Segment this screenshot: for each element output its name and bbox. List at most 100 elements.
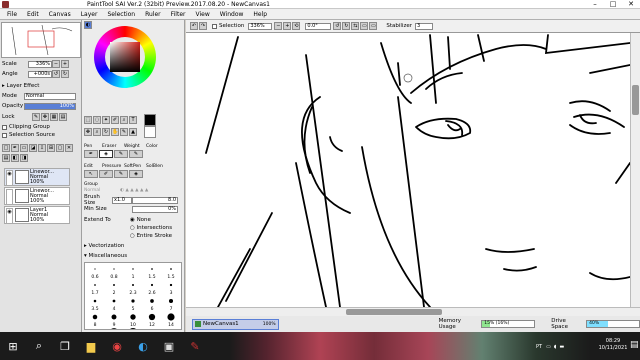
clear-icon[interactable]: ▢ bbox=[56, 144, 64, 152]
merge-icon[interactable]: ⊞ bbox=[47, 144, 55, 152]
tool-edit-label[interactable]: Edit bbox=[84, 164, 102, 169]
tool-eraser-label[interactable]: Eraser bbox=[102, 144, 124, 149]
magnifier-icon[interactable]: ⌕ bbox=[120, 116, 128, 124]
search-icon[interactable]: ⌕ bbox=[26, 332, 52, 360]
extend-option-none[interactable]: None bbox=[137, 217, 151, 223]
scale-field[interactable]: 336% bbox=[28, 60, 52, 68]
angle-field[interactable]: +000s bbox=[28, 70, 52, 78]
layer-effect-label[interactable]: Layer Effect bbox=[7, 83, 40, 89]
notification-icon[interactable]: ▤ bbox=[630, 340, 639, 350]
zoom-tool-icon[interactable]: ⌕ bbox=[93, 128, 101, 136]
brush-size-dot[interactable] bbox=[111, 314, 117, 320]
brush-size-dot[interactable] bbox=[128, 328, 138, 338]
task-view-icon[interactable]: ❐ bbox=[52, 332, 78, 360]
rotate-right-icon[interactable]: ↻ bbox=[61, 70, 69, 78]
brush-size-dot[interactable] bbox=[112, 299, 116, 303]
pressure-tool-icon[interactable]: ✐ bbox=[99, 170, 113, 178]
lock-paint-icon[interactable]: ▦ bbox=[50, 113, 58, 121]
eraser-tool-icon[interactable]: ◈ bbox=[99, 150, 113, 158]
store-icon[interactable]: ▣ bbox=[156, 332, 182, 360]
layer-tool-1-icon[interactable]: ▤ bbox=[2, 154, 10, 162]
close-button[interactable]: ✕ bbox=[622, 0, 640, 9]
menu-selection[interactable]: Selection bbox=[102, 11, 140, 18]
visibility-eye-icon[interactable]: ◉ bbox=[6, 208, 13, 224]
min-size-slider[interactable]: 0% bbox=[132, 205, 178, 213]
layer-tool-3-icon[interactable]: ◨ bbox=[20, 154, 28, 162]
tool-solblen-label[interactable]: SolBlen bbox=[146, 164, 168, 169]
visibility-eye-icon[interactable]: ◉ bbox=[6, 170, 13, 186]
selection-source-checkbox[interactable] bbox=[2, 132, 7, 138]
drawing-canvas[interactable] bbox=[186, 33, 630, 307]
edit-tool-icon[interactable]: ↖ bbox=[84, 170, 98, 178]
secondary-color-swatch[interactable] bbox=[144, 126, 156, 138]
brush-size-dot[interactable] bbox=[168, 298, 174, 304]
menu-canvas[interactable]: Canvas bbox=[44, 11, 76, 18]
pen-tool-icon[interactable]: ✒ bbox=[84, 150, 98, 158]
edge-icon[interactable]: ◐ bbox=[130, 332, 156, 360]
angle-field[interactable]: 0.0° bbox=[305, 22, 332, 30]
menu-filter[interactable]: Filter bbox=[166, 11, 191, 18]
chrome-icon[interactable]: ◉ bbox=[104, 332, 130, 360]
tool-weight-label[interactable]: Weight bbox=[124, 144, 146, 149]
file-explorer-icon[interactable]: ▆ bbox=[78, 332, 104, 360]
brush-size-dot[interactable] bbox=[94, 284, 96, 286]
saturation-value-square[interactable] bbox=[110, 42, 140, 72]
rotate-left-icon[interactable]: ↺ bbox=[333, 22, 342, 30]
brush-size-dot[interactable] bbox=[109, 328, 119, 338]
brush-size-slider[interactable]: 8.0 bbox=[132, 196, 178, 204]
brush-size-dot[interactable] bbox=[131, 299, 135, 303]
clipping-group-checkbox[interactable] bbox=[2, 124, 7, 130]
softpen-tool-icon[interactable]: ✎ bbox=[114, 170, 128, 178]
zoom-in-icon[interactable]: + bbox=[283, 22, 292, 30]
paint-tool-sai-icon[interactable]: ✎ bbox=[182, 332, 208, 360]
menu-file[interactable]: File bbox=[2, 11, 22, 18]
extend-option-intersections[interactable]: Intersections bbox=[137, 225, 173, 231]
zoom-field[interactable]: 336% bbox=[248, 22, 273, 30]
color-wheel-tab-icon[interactable]: ◐ bbox=[84, 21, 92, 29]
magic-wand-icon[interactable]: ✦ bbox=[102, 116, 110, 124]
brush-size-dot[interactable] bbox=[150, 283, 154, 287]
weight-tool-icon[interactable]: ✎ bbox=[114, 150, 128, 158]
layer-item[interactable]: ◉ Linewor... Normal 100% bbox=[4, 168, 70, 186]
bucket-tool-icon[interactable]: ▲ bbox=[129, 128, 137, 136]
new-layer-icon[interactable]: □ bbox=[2, 144, 10, 152]
brush-size-dot[interactable] bbox=[132, 268, 134, 270]
brush-size-dot[interactable] bbox=[148, 313, 156, 321]
brush-size-dot[interactable] bbox=[93, 299, 97, 303]
transfer-icon[interactable]: ⇩ bbox=[38, 144, 46, 152]
minimize-button[interactable]: – bbox=[586, 0, 604, 9]
rotate-tool-icon[interactable]: ↻ bbox=[102, 128, 110, 136]
zoom-in-icon[interactable]: + bbox=[61, 60, 69, 68]
brush-size-dot[interactable] bbox=[167, 313, 175, 321]
brush-size-multiplier[interactable]: x1.0 bbox=[112, 196, 132, 204]
navigator-preview[interactable] bbox=[1, 22, 81, 58]
vertical-scrollbar[interactable] bbox=[630, 33, 640, 307]
rotate-right-icon[interactable]: ↻ bbox=[342, 22, 351, 30]
zoom-reset-icon[interactable]: ⟲ bbox=[292, 22, 301, 30]
blend-mode-select[interactable]: Normal bbox=[24, 92, 76, 100]
lock-alpha-icon[interactable]: ▤ bbox=[59, 113, 67, 121]
brush-size-dot[interactable] bbox=[94, 268, 96, 270]
vectorization-label[interactable]: Vectorization bbox=[89, 243, 125, 249]
primary-color-swatch[interactable] bbox=[144, 114, 156, 126]
opacity-slider[interactable]: 100% bbox=[24, 102, 76, 110]
text-tool-icon[interactable]: T bbox=[129, 116, 137, 124]
lock-move-icon[interactable]: ✥ bbox=[41, 113, 49, 121]
flip-icon[interactable]: ⇆ bbox=[351, 22, 360, 30]
picker-tool-icon[interactable]: ✎ bbox=[120, 128, 128, 136]
new-folder-icon[interactable]: ▭ bbox=[20, 144, 28, 152]
zoom-out-icon[interactable]: − bbox=[52, 60, 60, 68]
menu-edit[interactable]: Edit bbox=[22, 11, 44, 18]
new-linework-icon[interactable]: ✒ bbox=[11, 144, 19, 152]
tool-color-label[interactable]: Color bbox=[146, 144, 168, 149]
canvas-option-2-icon[interactable]: ▭ bbox=[369, 22, 378, 30]
hand-tool-icon[interactable]: ✋ bbox=[111, 128, 119, 136]
menu-window[interactable]: Window bbox=[215, 11, 249, 18]
lasso-tool-icon[interactable]: ◌ bbox=[93, 116, 101, 124]
undo-icon[interactable]: ↶ bbox=[190, 22, 198, 30]
canvas-option-icon[interactable]: ▭ bbox=[360, 22, 369, 30]
eyedropper-icon[interactable]: ✐ bbox=[111, 116, 119, 124]
new-mask-icon[interactable]: ◪ bbox=[29, 144, 37, 152]
menu-help[interactable]: Help bbox=[248, 11, 272, 18]
volume-icon[interactable]: ◖ bbox=[554, 344, 557, 350]
